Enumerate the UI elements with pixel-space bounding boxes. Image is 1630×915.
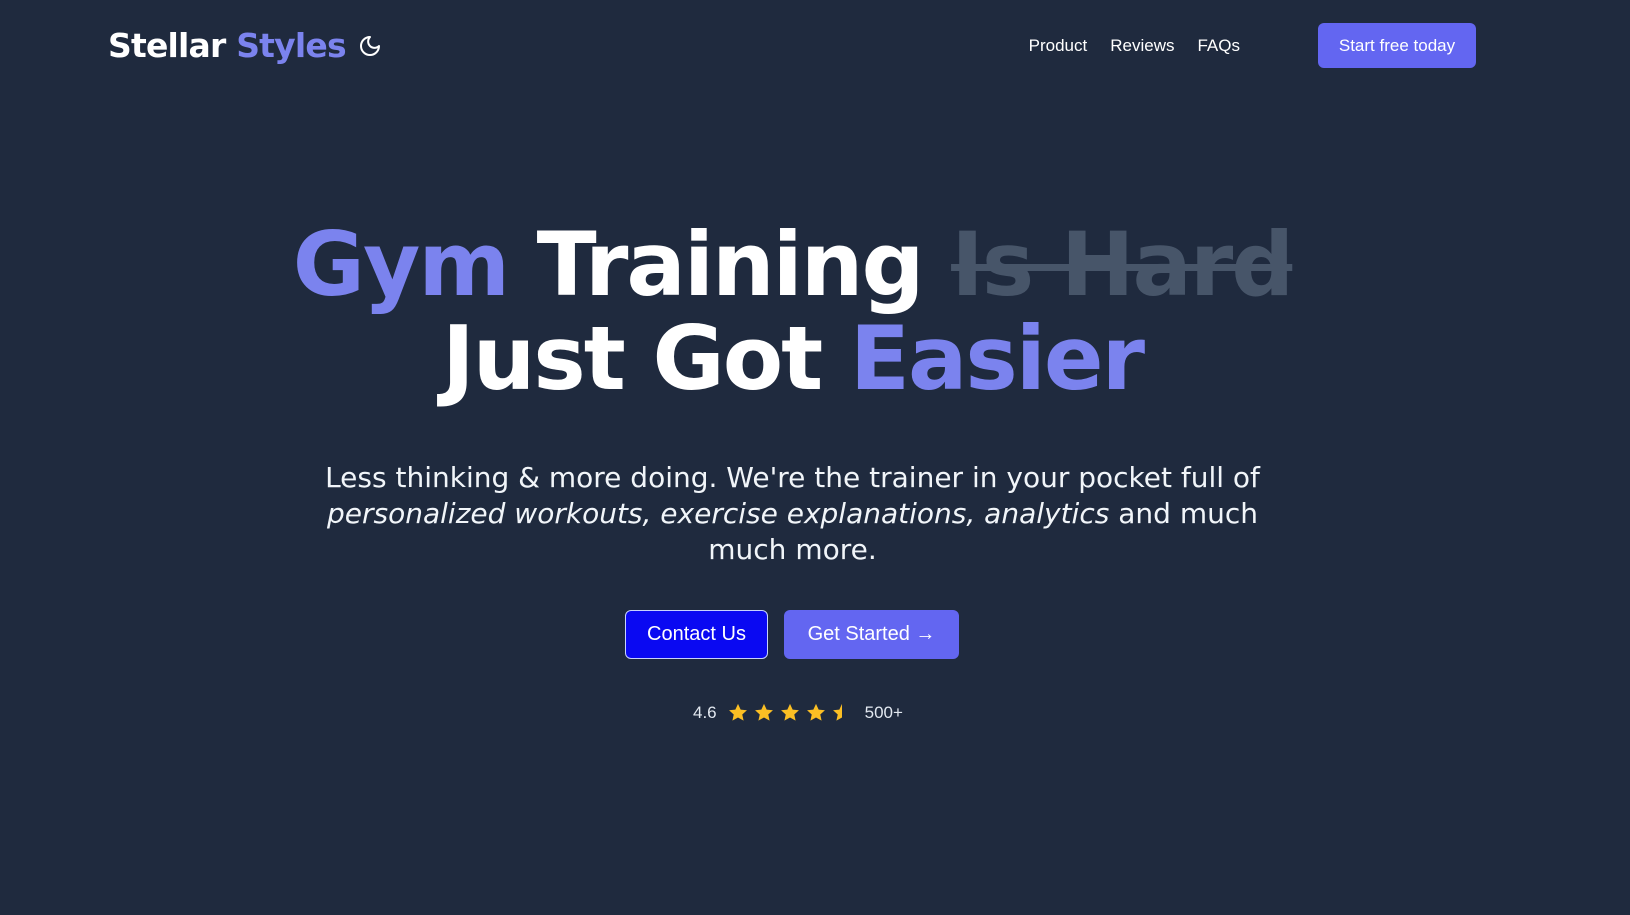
star-full-icon <box>754 703 773 721</box>
rating-score: 4.6 <box>693 703 717 722</box>
hero-title-just-got: Just Got <box>442 307 823 410</box>
hero-actions: Contact Us Get Started → <box>625 610 959 660</box>
hero-subtitle: Less thinking & more doing. We're the tr… <box>290 460 1295 568</box>
hero-title-easier: Easier <box>849 307 1145 410</box>
star-half-icon <box>832 703 842 721</box>
rating-count: 500+ <box>864 703 903 722</box>
brand-name-primary: Stellar <box>108 26 226 65</box>
star-full-icon <box>728 703 747 721</box>
brand-name-accent: Styles <box>236 26 346 65</box>
moon-icon[interactable] <box>358 34 382 58</box>
landing-page: Stellar Styles Product Reviews FAQs Star… <box>0 0 1630 915</box>
nav-link-product[interactable]: Product <box>1029 36 1088 56</box>
hero-title-gym: Gym <box>292 213 510 316</box>
star-full-icon <box>780 703 799 721</box>
hero-title: Gym Training Is Hard Just Got Easier <box>0 218 1585 406</box>
hero-subtitle-intro: Less thinking & more doing. We're the tr… <box>325 461 1260 494</box>
star-rating <box>727 702 853 724</box>
hero-title-line-1: Gym Training Is Hard <box>0 218 1585 312</box>
contact-us-button[interactable]: Contact Us <box>625 610 768 659</box>
hero-title-struck: Is Hard <box>951 213 1294 316</box>
nav-link-faqs[interactable]: FAQs <box>1197 36 1240 56</box>
rating-summary: 4.6 500+ <box>693 700 903 726</box>
star-full-icon <box>806 703 825 721</box>
get-started-button[interactable]: Get Started → <box>784 610 959 659</box>
hero-title-line-2: Just Got Easier <box>0 312 1585 406</box>
top-nav: Stellar Styles Product Reviews FAQs Star… <box>108 23 1476 69</box>
hero-title-training: Training <box>536 213 925 316</box>
start-free-button[interactable]: Start free today <box>1318 23 1476 68</box>
hero-subtitle-features: personalized workouts, exercise explanat… <box>327 497 1110 530</box>
nav-link-reviews[interactable]: Reviews <box>1110 36 1174 56</box>
brand-logo[interactable]: Stellar Styles <box>108 23 347 69</box>
nav-links: Product Reviews FAQs <box>1029 23 1240 69</box>
